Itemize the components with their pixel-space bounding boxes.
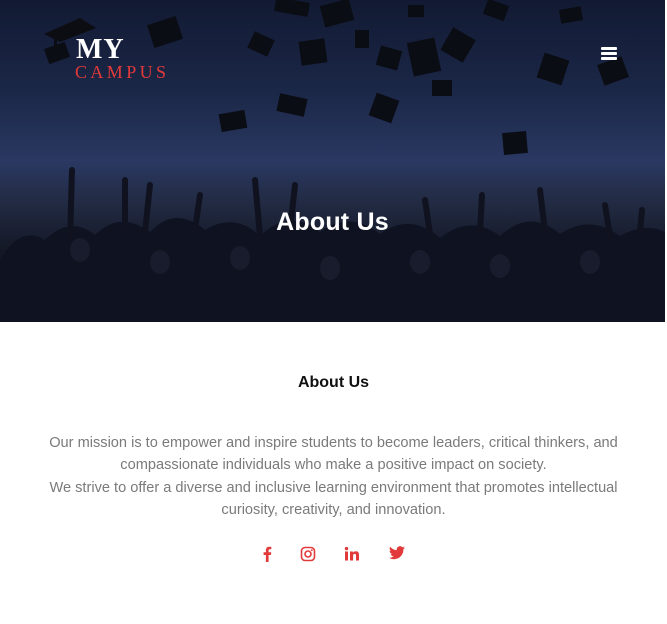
hamburger-menu-icon[interactable] [601,47,617,61]
hero-title: About Us [276,208,389,236]
site-logo[interactable]: MY CAMPUS [40,18,200,88]
section-heading: About Us [297,374,370,391]
mission-paragraph-1: Our mission is to empower and inspire st… [49,435,618,474]
instagram-icon[interactable] [300,546,320,566]
logo-text-campus: CAMPUS [75,62,170,82]
social-links [0,546,667,566]
mission-text: Our mission is to empower and inspire st… [20,432,647,522]
hero-banner: MY CAMPUS About Us [0,0,665,322]
twitter-icon[interactable] [389,546,409,566]
about-section: About Us Our mission is to empower and i… [0,322,667,624]
linkedin-icon[interactable] [344,546,364,566]
mission-paragraph-2: We strive to offer a diverse and inclusi… [49,479,618,519]
facebook-icon[interactable] [260,546,280,566]
